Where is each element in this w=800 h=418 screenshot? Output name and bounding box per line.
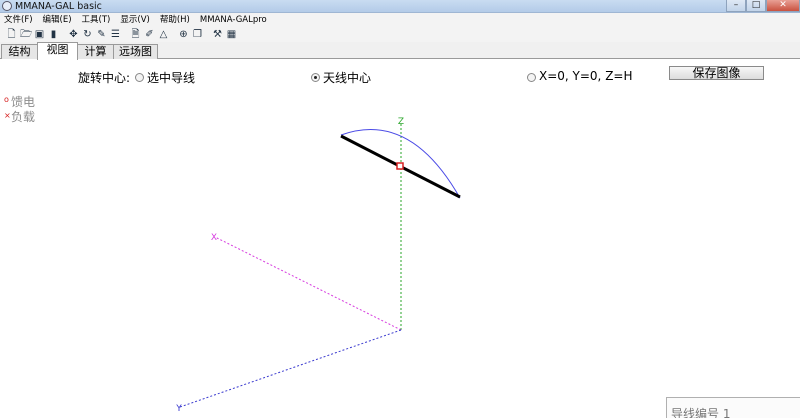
menu-view[interactable]: 显示(V)	[120, 13, 149, 27]
y-axis-label: Y	[175, 404, 182, 414]
new-file-icon[interactable]: 🗋	[6, 29, 17, 40]
load-legend-icon: ×	[4, 111, 11, 120]
tab-calculate[interactable]: 计算	[77, 44, 114, 59]
maximize-button[interactable]: □	[746, 0, 766, 12]
target-icon[interactable]: ⊕	[178, 29, 189, 40]
feed-legend-icon: o	[4, 95, 9, 104]
z-axis-label: Z	[398, 117, 404, 127]
menu-edit[interactable]: 编辑(E)	[43, 13, 72, 27]
copy-icon[interactable]: ❐	[192, 29, 203, 40]
save-disk-icon[interactable]: ▣	[34, 29, 45, 40]
y-axis	[179, 329, 402, 408]
rotate-icon[interactable]: ↻	[82, 29, 93, 40]
toolbar: 🗋 🗁 ▣ ▮ ✥ ↻ ✎ ☰ 🗎 ✐ △ ⊕ ❐ ⚒ ▦	[0, 27, 800, 42]
close-button[interactable]: ✕	[766, 0, 800, 12]
wire-info-panel: 导线编号 1	[666, 397, 800, 418]
save-image-button[interactable]: 保存图像	[669, 66, 764, 80]
menu-help[interactable]: 帮助(H)	[160, 13, 190, 27]
feed-point-marker[interactable]	[396, 162, 404, 170]
window-title: MMANA-GAL basic	[15, 1, 102, 12]
calculator-icon[interactable]: ▦	[226, 29, 237, 40]
menu-bar: 文件(F) 编辑(E) 工具(T) 显示(V) 帮助(H) MMANA-GALp…	[0, 13, 800, 27]
title-bar: MMANA-GAL basic – □ ✕	[0, 0, 800, 13]
window-controls: – □ ✕	[726, 0, 800, 13]
tab-structure[interactable]: 结构	[1, 44, 38, 59]
triangle-icon[interactable]: △	[158, 29, 169, 40]
app-icon	[2, 1, 12, 11]
antenna-3d-view[interactable]: Z X Y	[0, 60, 800, 418]
tab-view[interactable]: 视图	[37, 42, 78, 60]
tools-icon[interactable]: ⚒	[212, 29, 223, 40]
radio-origin-h-label[interactable]: X=0, Y=0, Z=H	[539, 69, 633, 83]
info-icon[interactable]: ▮	[48, 29, 59, 40]
minimize-button[interactable]: –	[726, 0, 746, 12]
open-folder-icon[interactable]: 🗁	[20, 29, 32, 40]
settings-icon[interactable]: ☰	[110, 29, 121, 40]
rotation-center-label: 旋转中心:	[78, 71, 131, 85]
x-axis	[214, 236, 402, 331]
radio-antenna-center-label[interactable]: 天线中心	[323, 69, 371, 86]
wire-number-label: 导线编号 1	[671, 407, 731, 418]
radio-antenna-center[interactable]	[311, 73, 320, 82]
menu-mmana-galpro[interactable]: MMANA-GALpro	[200, 13, 267, 27]
document-icon[interactable]: 🗎	[130, 29, 141, 40]
load-legend-label: 负载	[11, 110, 36, 124]
edit-icon[interactable]: ✎	[96, 29, 107, 40]
move-icon[interactable]: ✥	[68, 29, 79, 40]
pen-icon[interactable]: ✐	[144, 29, 155, 40]
radio-origin-h[interactable]	[527, 73, 536, 82]
tab-far-field[interactable]: 远场图	[113, 44, 158, 59]
menu-file[interactable]: 文件(F)	[4, 13, 33, 27]
x-axis-label: X	[211, 233, 217, 243]
radio-selected-wire-label[interactable]: 选中导线	[147, 69, 195, 86]
menu-tools[interactable]: 工具(T)	[82, 13, 111, 27]
tab-bar: 结构 视图 计算 远场图	[0, 42, 800, 60]
radio-selected-wire[interactable]	[135, 73, 144, 82]
